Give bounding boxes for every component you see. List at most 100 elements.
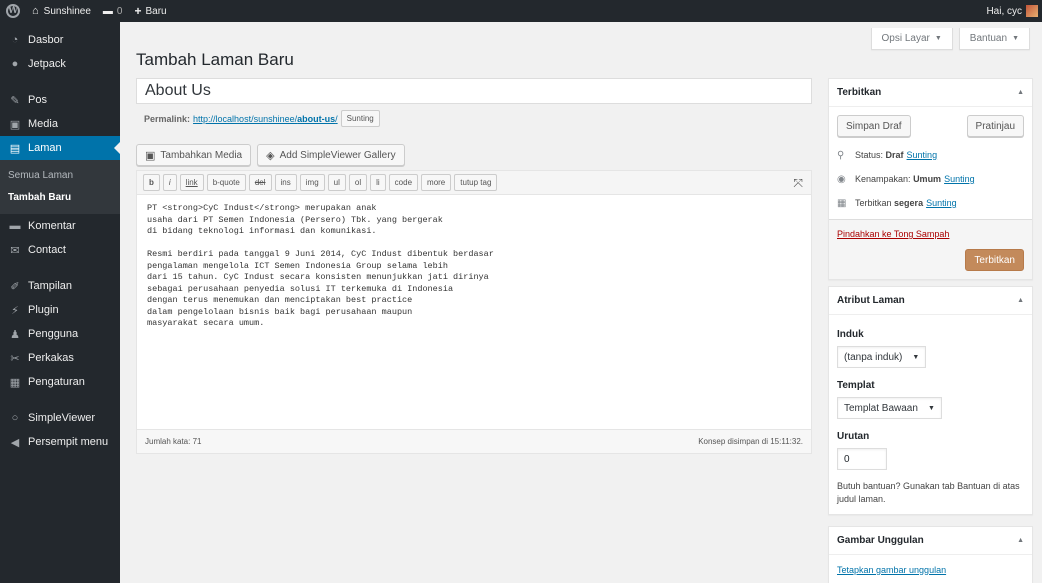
quicktag-li[interactable]: li	[370, 174, 386, 191]
status-row: ⚲ Status: Draf Sunting	[837, 149, 938, 161]
preview-button[interactable]: Pratinjau	[966, 115, 1024, 137]
word-count: Jumlah kata: 71	[145, 437, 202, 446]
submenu-tambah-baru[interactable]: Tambah Baru	[0, 186, 120, 208]
circle-icon: ○	[11, 412, 19, 424]
sidebar-item-perkakas[interactable]: ✂ Perkakas	[0, 346, 120, 370]
admin-bar: W ⌂ Sunshinee ▬ 0 + Baru Hai, cyc	[0, 0, 1042, 22]
template-label: Templat	[837, 380, 875, 391]
publish-actions: Pindahkan ke Tong Sampah Terbitkan	[829, 219, 1032, 279]
sidebar-item-komentar[interactable]: ▬ Komentar	[0, 214, 120, 238]
page-title: Tambah Laman Baru	[136, 50, 294, 69]
screen-options-button[interactable]: Opsi Layar ▼	[870, 28, 953, 50]
quicktag-blockquote[interactable]: b-quote	[206, 174, 246, 191]
edit-slug-button[interactable]: Sunting	[340, 110, 380, 127]
post-title-input[interactable]: About Us	[136, 78, 812, 104]
sidebar-item-tampilan[interactable]: ✐ Tampilan	[0, 274, 120, 298]
sidebar-item-media[interactable]: ▣ Media	[0, 112, 120, 136]
quicktag-link[interactable]: link	[179, 174, 204, 191]
sidebar-item-pengaturan[interactable]: ▦ Pengaturan	[0, 370, 120, 394]
plus-icon: +	[134, 4, 142, 18]
sidebar-collapse-menu[interactable]: ◀ Persempit menu	[0, 430, 120, 454]
help-button[interactable]: Bantuan ▼	[958, 28, 1030, 50]
main-content: Opsi Layar ▼ Bantuan ▼ Tambah Laman Baru A…	[120, 22, 1042, 583]
edit-status-link[interactable]: Sunting	[907, 150, 938, 160]
publish-box: Terbitkan ▲ Simpan Draf Pratinjau ⚲ Stat…	[828, 78, 1033, 280]
permalink-link[interactable]: http://localhost/sunshinee/about-us/	[193, 114, 338, 124]
wordpress-logo[interactable]: W	[0, 0, 26, 22]
sidebar-item-laman[interactable]: ▤ Laman	[0, 136, 120, 160]
collapse-icon: ◀	[10, 436, 20, 449]
parent-select[interactable]: (tanpa induk) ▼	[837, 346, 927, 368]
edit-visibility-link[interactable]: Sunting	[944, 174, 975, 184]
add-media-button[interactable]: ▣ Tambahkan Media	[136, 144, 252, 166]
template-select[interactable]: Templat Bawaan ▼	[837, 397, 942, 419]
page-attributes-header[interactable]: Atribut Laman ▲	[829, 287, 1032, 315]
save-draft-button[interactable]: Simpan Draf	[837, 115, 911, 137]
sidebar-item-plugin[interactable]: ⚡ Plugin	[0, 298, 120, 322]
quicktag-ol[interactable]: ol	[348, 174, 368, 191]
quicktags-toolbar: b i link b-quote del ins img ul ol li co…	[137, 171, 811, 195]
comments-link[interactable]: ▬ 0	[97, 0, 129, 22]
dashboard-icon: ◔	[11, 34, 19, 46]
order-input[interactable]: 0	[837, 448, 887, 470]
admin-sidebar: ◔ Dasbor ● Jetpack ✎ Pos ▣ Media ▤ Laman Semu…	[0, 22, 120, 583]
collapse-arrow-icon[interactable]: ▲	[1017, 537, 1024, 544]
wordpress-icon: W	[6, 4, 20, 18]
publish-box-header[interactable]: Terbitkan ▲	[829, 79, 1032, 107]
publish-time-row: ▦ Terbitkan segera Sunting	[837, 197, 957, 209]
visibility-row: ◉ Kenampakan: Umum Sunting	[837, 173, 975, 185]
screen-meta-links: Opsi Layar ▼ Bantuan ▼	[870, 28, 1030, 50]
quicktag-italic[interactable]: i	[162, 174, 177, 191]
account-menu[interactable]: Hai, cyc	[980, 0, 1042, 22]
parent-label: Induk	[837, 329, 864, 340]
content-textarea[interactable]: PT <strong>CyC Indust</strong> merupakan…	[137, 195, 811, 423]
move-to-trash-link[interactable]: Pindahkan ke Tong Sampah	[837, 229, 949, 239]
page-attributes-box: Atribut Laman ▲ Induk (tanpa induk) ▼ Tem…	[828, 286, 1033, 515]
fullscreen-icon[interactable]: ⤧	[793, 176, 803, 191]
sidebar-item-dasbor[interactable]: ◔ Dasbor	[0, 28, 120, 52]
page-icon: ▤	[9, 142, 21, 155]
featured-image-box: Gambar Unggulan ▲ Tetapkan gambar unggul…	[828, 526, 1033, 583]
home-icon: ⌂	[32, 5, 39, 17]
collapse-arrow-icon[interactable]: ▲	[1017, 89, 1024, 96]
quicktag-code[interactable]: code	[388, 174, 419, 191]
media-icon: ▣	[145, 149, 156, 162]
settings-icon: ▦	[9, 376, 21, 389]
collapse-arrow-icon[interactable]: ▲	[1017, 297, 1024, 304]
quicktag-ins[interactable]: ins	[274, 174, 297, 191]
site-name-link[interactable]: ⌂ Sunshinee	[26, 0, 97, 22]
caret-down-icon: ▼	[934, 35, 942, 42]
quicktag-ul[interactable]: ul	[327, 174, 346, 191]
quicktag-more[interactable]: more	[421, 174, 452, 191]
quicktag-img[interactable]: img	[299, 174, 325, 191]
pin-icon: ✎	[10, 94, 20, 107]
editor-status-bar: Jumlah kata: 71 Konsep disimpan di 15:11…	[137, 429, 811, 453]
sidebar-item-simpleviewer[interactable]: ○ SimpleViewer	[0, 406, 120, 430]
set-featured-image-link[interactable]: Tetapkan gambar unggulan	[837, 565, 946, 575]
users-icon: ♟	[10, 328, 20, 341]
edit-timestamp-link[interactable]: Sunting	[926, 198, 957, 208]
comment-bubble-icon: ▬	[102, 5, 113, 17]
sidebar-item-pos[interactable]: ✎ Pos	[0, 88, 120, 112]
text-editor: b i link b-quote del ins img ul ol li co…	[136, 170, 812, 454]
eye-icon: ◉	[837, 173, 846, 185]
permalink-row: Permalink: http://localhost/sunshinee/ab…	[144, 110, 380, 127]
sidebar-item-contact[interactable]: ✉ Contact	[0, 238, 120, 262]
autosave-status: Konsep disimpan di 15:11:32.	[698, 437, 803, 446]
eye-icon: ◈	[266, 149, 275, 162]
sidebar-item-jetpack[interactable]: ● Jetpack	[0, 52, 120, 76]
jetpack-icon: ●	[11, 58, 19, 70]
caret-down-icon: ▼	[1012, 35, 1019, 42]
quicktag-bold[interactable]: b	[143, 174, 160, 191]
quicktag-del[interactable]: del	[248, 174, 272, 191]
comment-icon: ▬	[9, 220, 21, 232]
media-buttons: ▣ Tambahkan Media ◈ Add SimpleViewer Galle…	[136, 144, 405, 166]
featured-image-header[interactable]: Gambar Unggulan ▲	[829, 527, 1032, 555]
add-gallery-button[interactable]: ◈ Add SimpleViewer Gallery	[257, 144, 405, 166]
new-content-link[interactable]: + Baru	[128, 0, 172, 22]
publish-button[interactable]: Terbitkan	[965, 249, 1024, 271]
submenu-semua-laman[interactable]: Semua Laman	[0, 164, 120, 186]
caret-down-icon: ▼	[912, 353, 920, 361]
quicktag-close-tags[interactable]: tutup tag	[454, 174, 498, 191]
sidebar-item-pengguna[interactable]: ♟ Pengguna	[0, 322, 120, 346]
